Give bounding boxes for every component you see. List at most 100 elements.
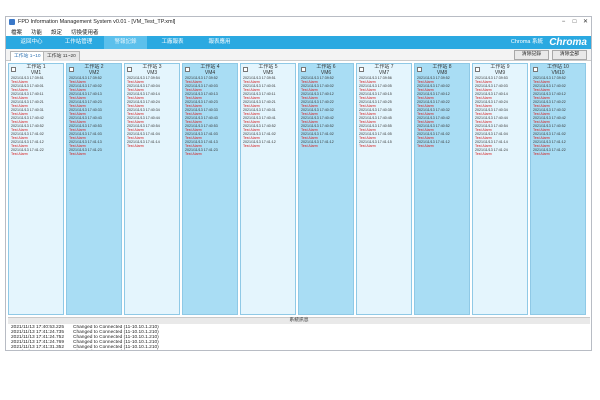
alarm-entry: 2021/11/13 17:39:52 Test Alarm [299,76,353,84]
workstation-vm: VM6 [320,70,332,76]
alarm-entry: 2021/11/13 17:39:51 Test Alarm [9,76,63,84]
workstation-checkbox[interactable] [533,67,538,72]
alarm-entry: 2021/11/13 17:40:33 Test Alarm [67,108,121,116]
workstation-column-1: 工作站 1 VM1 2021/11/13 17:39:51 Test Alarm 202… [8,63,64,315]
alarm-entry: 2021/11/13 17:40:53 Test Alarm [183,124,237,132]
tab-row: 工作站 1~10 工作站 11~20 清除記錄 清除全部 [6,49,591,61]
clear-all-button[interactable]: 清除全部 [552,50,587,60]
system-log-title: 系統訊息 [8,317,590,324]
workstation-header: 工作站 3 VM3 [125,64,179,76]
workstation-checkbox[interactable] [243,67,248,72]
close-button[interactable]: ✕ [580,17,591,27]
menu-switch-user[interactable]: 切換使用者 [71,28,99,36]
alarm-text: Test Alarm [417,144,434,148]
alarm-entry: 2021/11/13 17:40:24 Test Alarm [125,100,179,108]
alarm-entry: 2021/11/13 17:41:04 Test Alarm [473,132,527,140]
workstation-checkbox[interactable] [127,67,132,72]
alarm-entry: 2021/11/13 17:40:42 Test Alarm [415,116,469,124]
menu-settings[interactable]: 設定 [51,28,62,36]
alarm-entry: 2021/11/13 17:41:12 Test Alarm [9,140,63,148]
alarm-entry: 2021/11/13 17:40:21 Test Alarm [9,100,63,108]
log-row: 2021/11/13 17:41:31.368Changed to Connec… [8,350,590,351]
workstation-vm: VM1 [30,70,42,76]
tab-workstation-1-10[interactable]: 工作站 1~10 [10,51,45,61]
alarm-entry: 2021/11/13 17:40:32 Test Alarm [299,108,353,116]
clear-records-button[interactable]: 清除記錄 [514,50,549,60]
alarm-entry: 2021/11/13 17:40:11 Test Alarm [241,92,295,100]
alarm-entry: 2021/11/13 17:40:13 Test Alarm [67,92,121,100]
nav-item-workstation[interactable]: 工作站管理 [57,36,100,49]
workstation-header: 工作站 2 VM2 [67,64,121,76]
workstation-column-5: 工作站 5 VM5 2021/11/13 17:39:51 Test Alarm 202… [240,63,296,315]
alarm-entry: 2021/11/13 17:41:14 Test Alarm [125,140,179,148]
workstation-column-7: 工作站 7 VM7 2021/11/13 17:39:56 Test Alarm 202… [356,63,412,315]
alarm-entry: 2021/11/13 17:40:03 Test Alarm [183,84,237,92]
workstation-checkbox[interactable] [301,67,306,72]
minimize-button[interactable]: − [558,17,569,27]
app-window: FPD Information Management System v0.01 … [5,16,592,351]
alarm-entry: 2021/11/13 17:41:13 Test Alarm [183,140,237,148]
alarm-entry: 2021/11/13 17:40:03 Test Alarm [473,84,527,92]
alarm-entry: 2021/11/13 17:40:42 Test Alarm [531,116,585,124]
alarm-text: Test Alarm [359,144,376,148]
alarm-entry: 2021/11/13 17:40:31 Test Alarm [241,108,295,116]
workstation-checkbox[interactable] [475,67,480,72]
nav-item-alarm-record[interactable]: 警報記錄 [104,36,147,49]
alarm-entry: 2021/11/13 17:41:23 Test Alarm [67,148,121,156]
alarm-entry: 2021/11/13 17:41:02 Test Alarm [415,132,469,140]
workstation-vm: VM8 [436,70,448,76]
alarm-entry: 2021/11/13 17:40:42 Test Alarm [299,116,353,124]
nav-item-home[interactable]: 返回中心 [10,36,53,49]
alarm-entry: 2021/11/13 17:40:44 Test Alarm [125,116,179,124]
alarm-entry: 2021/11/13 17:40:12 Test Alarm [531,92,585,100]
alarm-entry: 2021/11/13 17:40:54 Test Alarm [125,124,179,132]
workstation-column-4: 工作站 4 VM4 2021/11/13 17:39:52 Test Alarm 202… [182,63,238,315]
alarm-entry: 2021/11/13 17:40:34 Test Alarm [125,108,179,116]
alarm-entry: 2021/11/13 17:40:45 Test Alarm [357,116,411,124]
workstation-checkbox[interactable] [417,67,422,72]
alarm-text: Test Alarm [185,152,202,156]
alarm-entry: 2021/11/13 17:40:24 Test Alarm [473,100,527,108]
alarm-entry: 2021/11/13 17:40:25 Test Alarm [357,100,411,108]
alarm-text: Test Alarm [533,152,550,156]
alarm-entry: 2021/11/13 17:41:02 Test Alarm [9,132,63,140]
nav-item-factory-report[interactable]: 工廠報表 [151,36,194,49]
alarm-entry: 2021/11/13 17:39:51 Test Alarm [241,76,295,84]
alarm-entry: 2021/11/13 17:40:32 Test Alarm [531,108,585,116]
alarm-entry: 2021/11/13 17:41:12 Test Alarm [531,140,585,148]
log-time: 2021/11/13 17:41:31.368 [8,350,73,351]
alarm-text: Test Alarm [475,152,492,156]
menu-file[interactable]: 檔案 [11,28,22,36]
alarm-entry: 2021/11/13 17:39:52 Test Alarm [183,76,237,84]
alarm-text: Test Alarm [11,152,28,156]
workstation-checkbox[interactable] [69,67,74,72]
alarm-entry: 2021/11/13 17:40:31 Test Alarm [9,108,63,116]
nav-item-report-app[interactable]: 報表應用 [198,36,241,49]
workstation-checkbox[interactable] [11,67,16,72]
maximize-button[interactable]: □ [569,17,580,27]
alarm-entry: 2021/11/13 17:41:14 Test Alarm [473,140,527,148]
tab-workstation-11-20[interactable]: 工作站 11~20 [43,51,80,61]
workstation-header: 工作站 8 VM8 [415,64,469,76]
alarm-entry: 2021/11/13 17:40:05 Test Alarm [357,84,411,92]
alarm-entry: 2021/11/13 17:40:52 Test Alarm [415,124,469,132]
alarm-entry: 2021/11/13 17:41:12 Test Alarm [241,140,295,148]
alarm-text: Test Alarm [301,144,318,148]
menu-function[interactable]: 功能 [31,28,42,36]
alarm-entry: 2021/11/13 17:41:03 Test Alarm [67,132,121,140]
workstation-checkbox[interactable] [185,67,190,72]
alarm-entry: 2021/11/13 17:40:52 Test Alarm [241,124,295,132]
alarm-entry: 2021/11/13 17:41:05 Test Alarm [357,132,411,140]
workstation-column-2: 工作站 2 VM2 2021/11/13 17:39:52 Test Alarm 202… [66,63,122,315]
alarm-entry: 2021/11/13 17:40:04 Test Alarm [125,84,179,92]
workstation-checkbox[interactable] [359,67,364,72]
workstation-vm: VM10 [551,70,565,76]
alarm-entry: 2021/11/13 17:41:13 Test Alarm [67,140,121,148]
alarm-entry: 2021/11/13 17:40:22 Test Alarm [299,100,353,108]
window-title: FPD Information Management System v0.01 … [18,19,176,25]
alarm-entry: 2021/11/13 17:41:22 Test Alarm [531,148,585,156]
alarm-entry: 2021/11/13 17:40:23 Test Alarm [183,100,237,108]
alarm-entry: 2021/11/13 17:40:42 Test Alarm [9,116,63,124]
workstation-header: 工作站 5 VM5 [241,64,295,76]
alarm-entry: 2021/11/13 17:40:02 Test Alarm [415,84,469,92]
